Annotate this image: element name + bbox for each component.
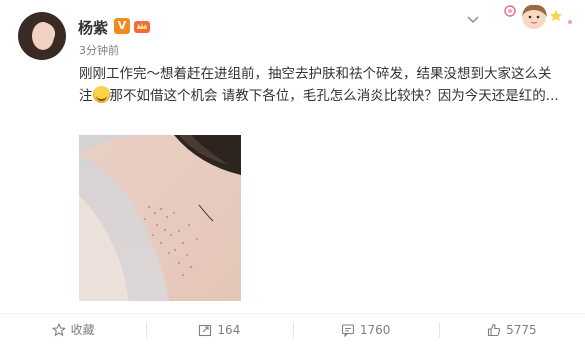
smiling-emoji-icon: [92, 86, 110, 103]
repost-count: 164: [217, 322, 241, 337]
avatar-face: [32, 22, 54, 50]
repost-icon: [199, 324, 212, 336]
neck-photo-drawing: [79, 135, 241, 301]
like-count: 5775: [506, 322, 537, 337]
favorite-button[interactable]: 收藏: [0, 314, 146, 345]
verified-badge: V: [114, 18, 130, 34]
comment-button[interactable]: 1760: [292, 314, 439, 345]
post-image[interactable]: [79, 135, 241, 301]
chevron-down-icon[interactable]: [466, 12, 480, 26]
post-text-part2: 那不如借这个机会 请教下各位，毛孔怎么消炎比较快？因为今天还是红的...: [109, 88, 559, 104]
comment-icon: [341, 323, 354, 337]
action-bar: 收藏 164 1760 5775: [0, 314, 585, 345]
repost-button[interactable]: 164: [146, 314, 292, 345]
avatar[interactable]: [18, 12, 66, 60]
favorite-label: 收藏: [70, 323, 95, 337]
username[interactable]: 杨紫: [78, 17, 108, 38]
like-button[interactable]: 5775: [438, 314, 585, 345]
post-timestamp[interactable]: 3分钟前: [79, 42, 119, 58]
like-icon: [488, 323, 501, 336]
card-decoration-icon: [504, 4, 572, 29]
star-icon: [51, 322, 66, 336]
vip-crown-icon: [134, 21, 150, 33]
weibo-post-card: 杨紫 V 3分钟前 刚刚工作完～想着赶在进组前，抽空去护肤和祛个碎发，结果没想到…: [0, 0, 585, 345]
comment-count: 1760: [359, 322, 391, 337]
post-text: 刚刚工作完～想着赶在进组前，抽空去护肤和祛个碎发，结果没想到大家这么关注 那不如借…: [79, 63, 564, 107]
